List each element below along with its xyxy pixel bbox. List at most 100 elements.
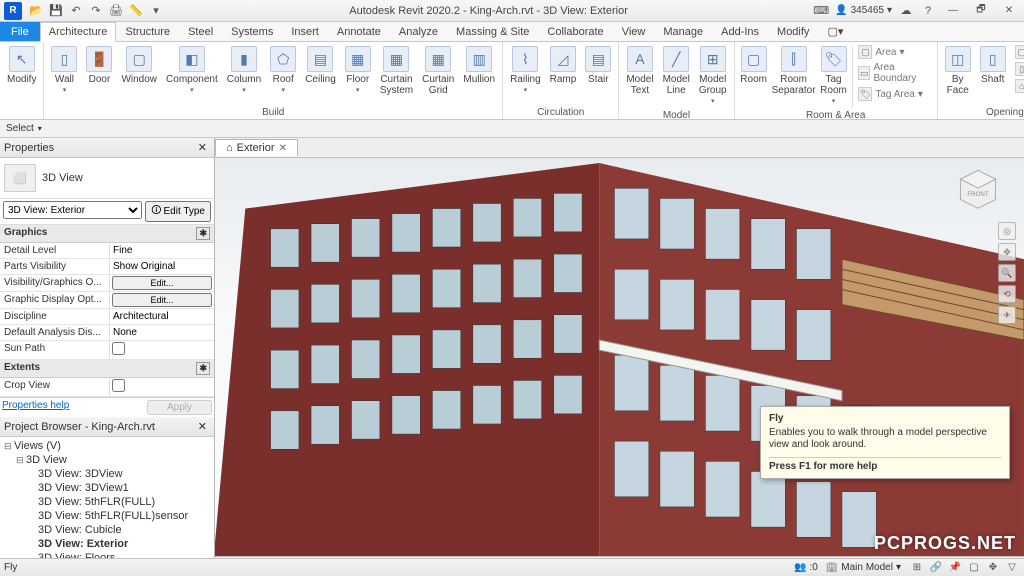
model-group-button[interactable]: ⊞Model Group	[696, 44, 730, 109]
tab-file[interactable]: File	[0, 22, 40, 41]
maximize-button[interactable]: 🗗	[970, 3, 992, 19]
fly-icon[interactable]: ✈	[998, 306, 1016, 324]
vertical-button[interactable]: ▯Vertical	[1012, 61, 1024, 77]
zoom-icon[interactable]: 🔍	[998, 264, 1016, 282]
modify-button[interactable]: ↖Modify	[4, 44, 39, 87]
tree-item[interactable]: 3D View: 3DView	[2, 467, 212, 481]
tab-analyze[interactable]: Analyze	[390, 22, 447, 41]
dormer-button[interactable]: ⌂Dormer	[1012, 78, 1024, 94]
prop-value[interactable]	[110, 378, 214, 396]
tree-item[interactable]: ⊟Views (V)	[2, 439, 212, 453]
roof-button[interactable]: ⬠Roof	[267, 44, 299, 98]
minimize-button[interactable]: —	[942, 3, 964, 19]
viewport[interactable]: FRONT ◎ ✥ 🔍 ⟲ ✈ Fly Enables you to walk …	[215, 158, 1024, 556]
tab-systems[interactable]: Systems	[222, 22, 282, 41]
ramp-button[interactable]: ◿Ramp	[547, 44, 580, 87]
curtain-system-button[interactable]: ▦Curtain System	[377, 44, 416, 98]
railing-button[interactable]: ⌇Railing	[507, 44, 544, 98]
status-pin-icon[interactable]: 📌	[947, 560, 963, 576]
help-icon[interactable]: ?	[920, 3, 936, 19]
edit-type-button[interactable]: 🛈 Edit Type	[145, 201, 211, 222]
tab-collaborate[interactable]: Collaborate	[538, 22, 612, 41]
by-face-button[interactable]: ◫By Face	[942, 44, 974, 98]
status-workset[interactable]: 👥 :0	[794, 562, 818, 573]
stair-button[interactable]: ▤Stair	[582, 44, 614, 87]
prop-value[interactable]	[110, 243, 214, 258]
tree-item[interactable]: 3D View: Exterior	[2, 537, 212, 551]
room-separator-button[interactable]: ⫿Room Separator	[772, 44, 816, 98]
tab-modify[interactable]: Modify	[768, 22, 818, 41]
shaft-button[interactable]: ▯Shaft	[977, 44, 1009, 87]
status-drag-icon[interactable]: ✥	[985, 560, 1001, 576]
tag-area-button[interactable]: 🏷Tag Area ▾	[855, 86, 932, 102]
steering-wheel-icon[interactable]: ◎	[998, 222, 1016, 240]
tree-item[interactable]: ⊟3D View	[2, 453, 212, 467]
redo-icon[interactable]: ↷	[88, 3, 104, 19]
status-face-icon[interactable]: ▢	[966, 560, 982, 576]
model-line-button[interactable]: ╱Model Line	[660, 44, 693, 98]
area-boundary-button[interactable]: ▭Area Boundary	[855, 61, 932, 85]
room-button[interactable]: ▢Room	[739, 44, 769, 87]
measure-icon[interactable]: 📏	[128, 3, 144, 19]
save-icon[interactable]: 💾	[48, 3, 64, 19]
prop-category[interactable]: Extents✱	[0, 360, 214, 378]
tree-item[interactable]: 3D View: Cubicle	[2, 523, 212, 537]
undo-icon[interactable]: ↶	[68, 3, 84, 19]
browser-close-icon[interactable]: ✕	[195, 420, 210, 433]
close-button[interactable]: ✕	[998, 3, 1020, 19]
model-text-button[interactable]: AModel Text	[623, 44, 656, 98]
pan-icon[interactable]: ✥	[998, 243, 1016, 261]
status-filter-icon[interactable]: ▽	[1004, 560, 1020, 576]
tree-item[interactable]: 3D View: 5thFLR(FULL)sensor	[2, 509, 212, 523]
viewcube[interactable]: FRONT	[956, 166, 1000, 210]
floor-button[interactable]: ▦Floor	[342, 44, 374, 98]
print-icon[interactable]: 🖨	[108, 3, 124, 19]
apply-button[interactable]: Apply	[147, 400, 212, 415]
tab-manage[interactable]: Manage	[654, 22, 712, 41]
prop-value[interactable]: Edit...	[110, 292, 214, 308]
tab-options-icon[interactable]: ▢▾	[818, 21, 852, 41]
tab-massing[interactable]: Massing & Site	[447, 22, 538, 41]
status-select-icon[interactable]: ⊞	[909, 560, 925, 576]
tab-structure[interactable]: Structure	[116, 22, 179, 41]
user-account[interactable]: 👤 345465 ▾	[835, 5, 892, 16]
select-options-bar[interactable]: Select	[0, 120, 1024, 138]
tree-item[interactable]: 3D View: 5thFLR(FULL)	[2, 495, 212, 509]
orbit-icon[interactable]: ⟲	[998, 285, 1016, 303]
tab-insert[interactable]: Insert	[282, 22, 328, 41]
component-button[interactable]: ◧Component	[163, 44, 221, 98]
ceiling-button[interactable]: ▤Ceiling	[302, 44, 339, 87]
tab-annotate[interactable]: Annotate	[328, 22, 390, 41]
view-tab-exterior[interactable]: ⌂ Exterior ✕	[215, 139, 298, 156]
opening-wall-button[interactable]: ▢Wall	[1012, 44, 1024, 60]
prop-value[interactable]	[110, 325, 214, 340]
prop-value[interactable]: Edit...	[110, 275, 214, 291]
sync-icon[interactable]: ☁	[898, 3, 914, 19]
prop-category[interactable]: Graphics✱	[0, 225, 214, 243]
properties-close-icon[interactable]: ✕	[195, 141, 210, 154]
tab-steel[interactable]: Steel	[179, 22, 222, 41]
door-button[interactable]: 🚪Door	[83, 44, 115, 87]
keyboard-icon[interactable]: ⌨	[813, 3, 829, 19]
tab-addins[interactable]: Add-Ins	[712, 22, 768, 41]
tag-room-button[interactable]: 🏷Tag Room	[819, 44, 849, 109]
mullion-button[interactable]: ▥Mullion	[460, 44, 498, 87]
open-icon[interactable]: 📂	[28, 3, 44, 19]
curtain-grid-button[interactable]: ▦Curtain Grid	[419, 44, 457, 98]
wall-button[interactable]: ▯Wall	[48, 44, 80, 98]
window-button[interactable]: ▢Window	[118, 44, 160, 87]
column-button[interactable]: ▮Column	[224, 44, 264, 98]
qat-menu-icon[interactable]: ▾	[148, 3, 164, 19]
prop-value[interactable]	[110, 309, 214, 324]
tree-item[interactable]: 3D View: 3DView1	[2, 481, 212, 495]
tab-view[interactable]: View	[613, 22, 655, 41]
properties-help-link[interactable]: Properties help	[2, 400, 69, 415]
status-link-icon[interactable]: 🔗	[928, 560, 944, 576]
type-selector[interactable]: 3D View: Exterior	[3, 201, 142, 219]
prop-value[interactable]	[110, 341, 214, 359]
status-model[interactable]: 🏢 Main Model ▾	[826, 562, 901, 573]
prop-value[interactable]	[110, 259, 214, 274]
area-button[interactable]: ▢Area ▾	[855, 44, 932, 60]
view-tab-close-icon[interactable]: ✕	[279, 143, 287, 154]
tab-architecture[interactable]: Architecture	[40, 22, 117, 42]
